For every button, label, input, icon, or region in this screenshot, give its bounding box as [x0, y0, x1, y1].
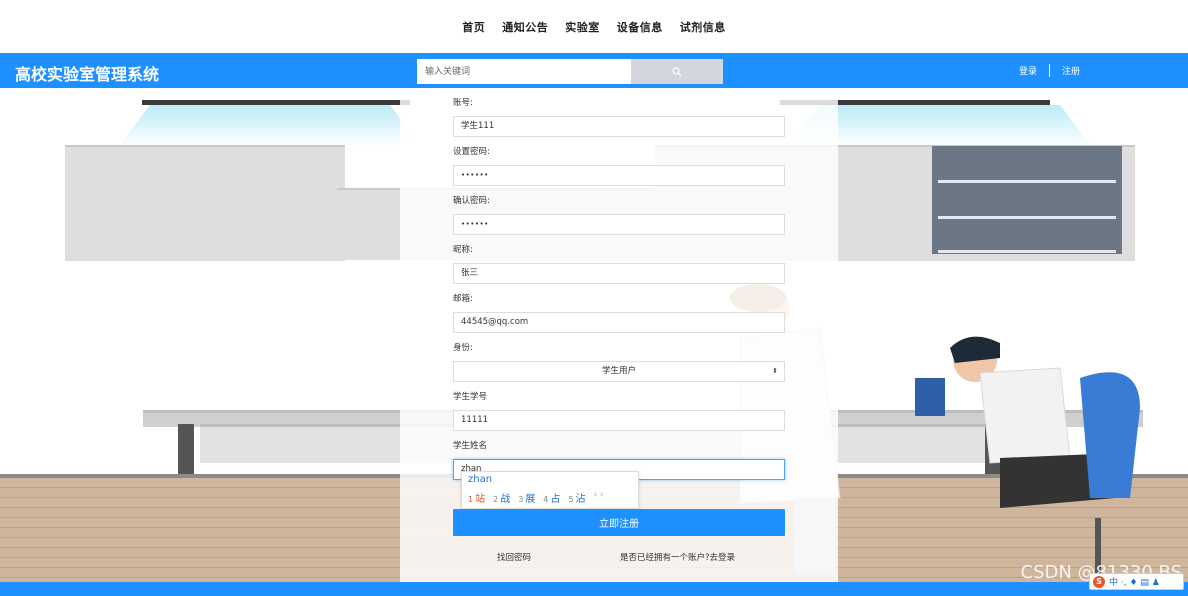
ime-status-text: 中 ·, ♦ ▤ ♟ [1109, 578, 1160, 588]
email-label: 邮箱: [453, 294, 473, 304]
search-box [417, 59, 723, 84]
login-link[interactable]: 登录 [1019, 64, 1037, 77]
auth-links: 登录 注册 [1019, 64, 1080, 77]
search-input[interactable] [417, 59, 631, 84]
search-icon [672, 66, 682, 76]
ime-candidate[interactable]: 5沾 [568, 490, 585, 505]
nav-notices[interactable]: 通知公告 [502, 19, 548, 35]
student-id-label: 学生学号 [453, 392, 488, 402]
nav-equipment[interactable]: 设备信息 [617, 19, 663, 35]
search-button[interactable] [631, 59, 723, 84]
nickname-label: 昵称: [453, 245, 473, 255]
ime-candidate[interactable]: 4占 [543, 490, 560, 505]
confirm-password-field[interactable]: •••••• [453, 214, 785, 235]
forgot-password-link[interactable]: 找回密码 [497, 551, 531, 563]
nav-reagents[interactable]: 试剂信息 [680, 19, 726, 35]
ime-candidates: 1站 2战 3展 4占 5沾 ‹ › [468, 490, 604, 505]
ime-pinyin: zhan [468, 474, 493, 485]
sogou-logo-icon: S [1093, 575, 1105, 588]
nav-labs[interactable]: 实验室 [565, 19, 600, 35]
wall-cabinet-left [65, 145, 345, 261]
top-nav: 首页 通知公告 实验室 设备信息 试剂信息 [0, 0, 1188, 53]
ime-status-bar[interactable]: S 中 ·, ♦ ▤ ♟ [1089, 573, 1184, 590]
header-bar: 高校实验室管理系统 登录 注册 [0, 53, 1188, 88]
ime-candidate[interactable]: 2战 [493, 490, 510, 505]
student-name-label: 学生姓名 [453, 441, 488, 451]
password-field[interactable]: •••••• [453, 165, 785, 186]
role-select[interactable]: 学生用户 ⬍ [453, 361, 785, 382]
student-id-field[interactable]: 11111 [453, 410, 785, 431]
reagent-shelf [932, 146, 1122, 254]
confirm-password-label: 确认密码: [453, 196, 490, 206]
register-submit-button[interactable]: 立即注册 [453, 509, 785, 536]
footer-bar [0, 582, 1188, 596]
account-field[interactable]: 学生111 [453, 116, 785, 137]
account-label: 账号: [453, 98, 473, 108]
password-label: 设置密码: [453, 147, 490, 157]
divider [1048, 64, 1050, 77]
site-title: 高校实验室管理系统 [15, 65, 160, 84]
ceiling-light-left [142, 100, 410, 105]
register-link[interactable]: 注册 [1062, 64, 1080, 77]
register-form: 账号: 学生111 设置密码: •••••• 确认密码: •••••• 昵称: … [453, 92, 785, 489]
nav-home[interactable]: 首页 [462, 19, 485, 35]
role-label: 身份: [453, 343, 473, 353]
go-login-link[interactable]: 是否已经拥有一个账户?去登录 [620, 551, 735, 563]
select-arrows-icon: ⬍ [772, 367, 778, 375]
ime-candidate[interactable]: 1站 [468, 490, 485, 505]
ime-page-nav[interactable]: ‹ › [593, 490, 603, 505]
nickname-field[interactable]: 张三 [453, 263, 785, 284]
role-select-value: 学生用户 [601, 366, 636, 376]
light-beam-left [120, 105, 420, 145]
email-field[interactable]: 44545@qq.com [453, 312, 785, 333]
ime-candidate-popup: zhan 1站 2战 3展 4占 5沾 ‹ › [461, 471, 639, 509]
ime-candidate[interactable]: 3展 [518, 490, 535, 505]
